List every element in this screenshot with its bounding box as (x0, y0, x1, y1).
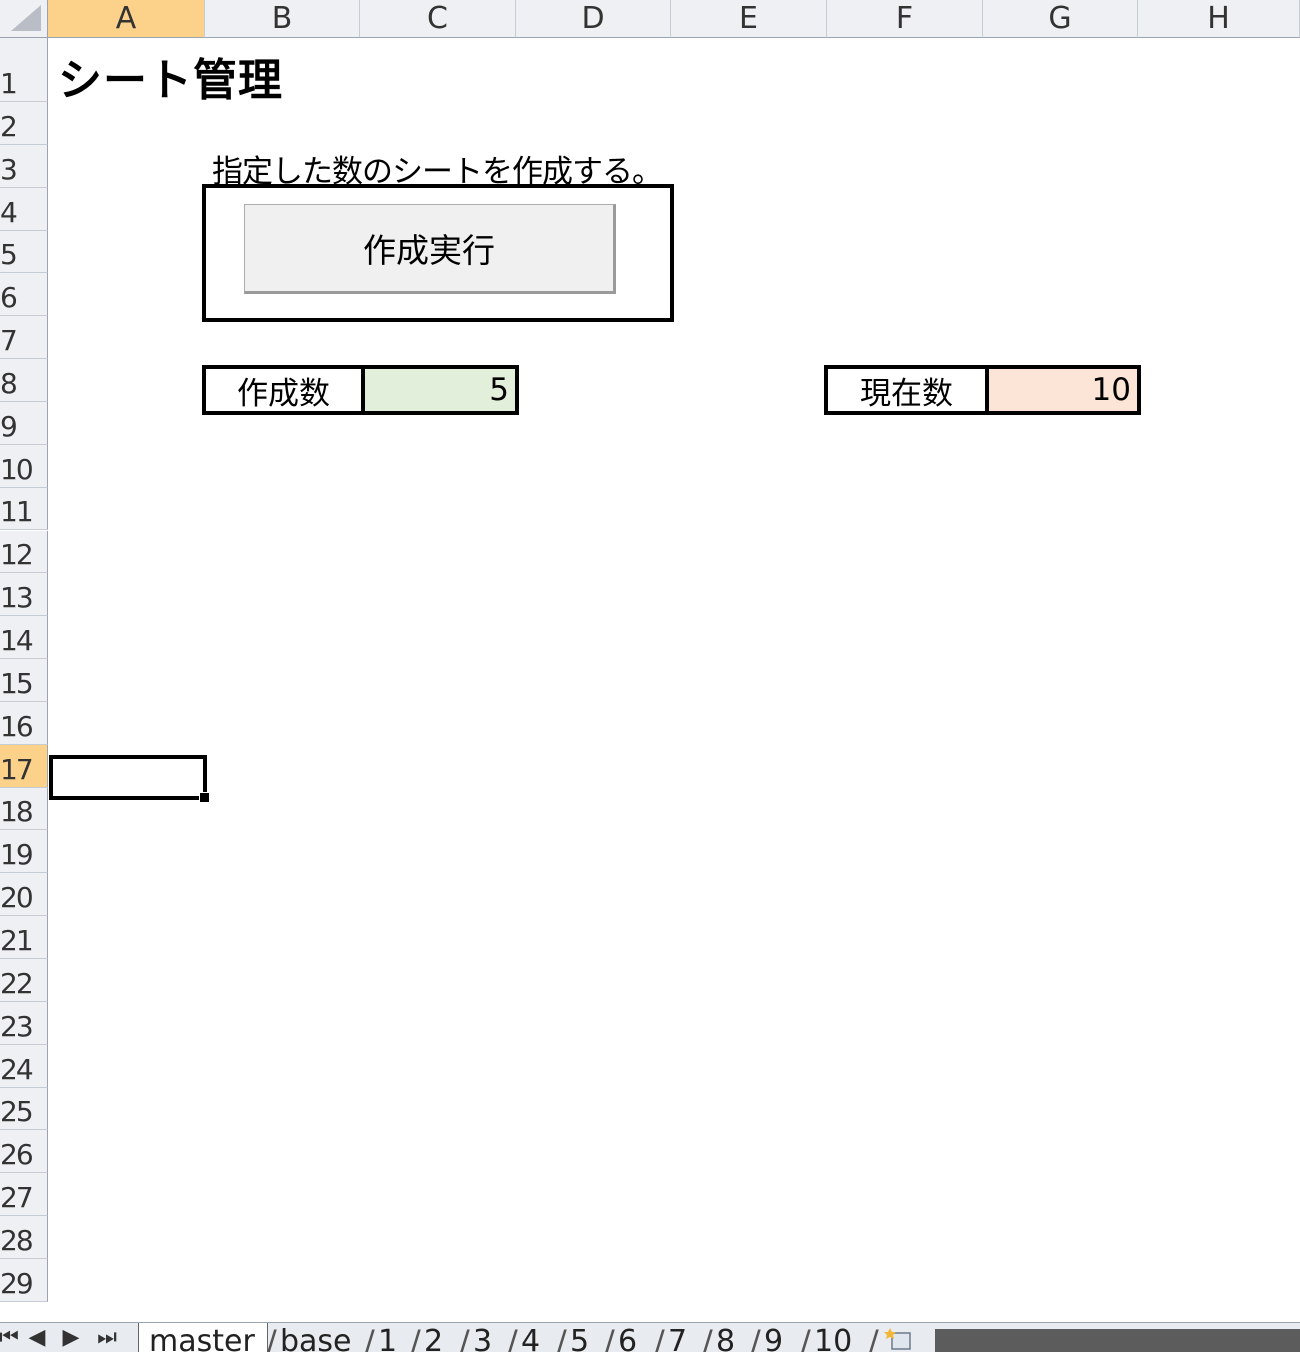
sheet-tab-6[interactable]: 6 (618, 1323, 637, 1352)
first-sheet-button[interactable]: ⏮ (0, 1325, 24, 1350)
column-header-h[interactable]: H (1138, 0, 1300, 38)
row-header-9[interactable]: 9 (0, 401, 48, 445)
prev-sheet-button[interactable]: ◀ (22, 1325, 52, 1350)
row-header-5[interactable]: 5 (0, 230, 48, 274)
sheet-tab-8[interactable]: 8 (716, 1323, 735, 1352)
tab-divider: / (410, 1323, 421, 1352)
sheet-tab-bar: ⏮ ◀ ▶ ⏭ master base/1/2/3/4/5/6/7/8/9/10// (0, 1322, 1300, 1352)
row-header-22[interactable]: 22 (0, 959, 48, 1002)
row-header-8[interactable]: 8 (0, 359, 48, 402)
row-header-27[interactable]: 27 (0, 1173, 48, 1217)
sheet-tab-7[interactable]: 7 (668, 1323, 687, 1352)
row-header-20[interactable]: 20 (0, 873, 48, 917)
tab-divider: / (702, 1323, 713, 1352)
row-header-7[interactable]: 7 (0, 316, 48, 360)
row-header-3[interactable]: 3 (0, 144, 48, 188)
column-header-b[interactable]: B (205, 0, 360, 38)
column-header-g[interactable]: G (983, 0, 1138, 38)
sheet-tab-3[interactable]: 3 (473, 1323, 492, 1352)
sheet-tab-10[interactable]: 10 (814, 1323, 852, 1352)
sheet-tab-5[interactable]: 5 (570, 1323, 589, 1352)
row-header-25[interactable]: 25 (0, 1087, 48, 1131)
create-count-value[interactable]: 5 (365, 369, 515, 411)
row-header-15[interactable]: 15 (0, 659, 48, 702)
tab-divider: / (654, 1323, 665, 1352)
row-header-10[interactable]: 10 (0, 444, 48, 488)
row-header-19[interactable]: 19 (0, 830, 48, 874)
tab-divider: / (800, 1323, 811, 1352)
row-header-26[interactable]: 26 (0, 1130, 48, 1174)
sheet-tab-master[interactable]: master (138, 1323, 268, 1352)
create-count-label: 作成数 (206, 369, 365, 412)
row-header-14[interactable]: 14 (0, 616, 48, 660)
row-header-21[interactable]: 21 (0, 916, 48, 959)
row-header-11[interactable]: 11 (0, 487, 48, 531)
tab-divider: / (459, 1323, 470, 1352)
fill-handle[interactable] (199, 792, 210, 803)
column-header-f[interactable]: F (827, 0, 983, 38)
sheet-tab-2[interactable]: 2 (424, 1323, 443, 1352)
active-cell-a17[interactable] (49, 755, 210, 803)
column-header-d[interactable]: D (516, 0, 671, 38)
row-header-16[interactable]: 16 (0, 701, 48, 745)
tab-divider: / (556, 1323, 567, 1352)
row-header-1[interactable]: 1 (0, 38, 48, 102)
row-header-28[interactable]: 28 (0, 1216, 48, 1259)
row-header-6[interactable]: 6 (0, 273, 48, 317)
tab-divider: / (507, 1323, 518, 1352)
sheet-tab-4[interactable]: 4 (521, 1323, 540, 1352)
row-header-17[interactable]: 17 (0, 744, 48, 788)
column-header-a[interactable]: A (48, 0, 205, 38)
tab-divider: / (750, 1323, 761, 1352)
last-sheet-button[interactable]: ⏭ (92, 1325, 122, 1350)
run-create-button[interactable]: 作成実行 (244, 204, 616, 294)
sheet-tab-9[interactable]: 9 (764, 1323, 783, 1352)
page-title: シート管理 (58, 55, 283, 106)
current-count-label: 現在数 (828, 369, 989, 412)
horizontal-scroll-area[interactable] (935, 1329, 1300, 1352)
sheet-tab-1[interactable]: 1 (378, 1323, 397, 1352)
insert-sheet-icon[interactable] (884, 1327, 914, 1351)
row-header-18[interactable]: 18 (0, 787, 48, 831)
row-header-12[interactable]: 12 (0, 530, 48, 574)
row-header-23[interactable]: 23 (0, 1001, 48, 1045)
tab-divider: / (364, 1323, 375, 1352)
tab-divider: / (604, 1323, 615, 1352)
row-header-4[interactable]: 4 (0, 187, 48, 231)
row-header-2[interactable]: 2 (0, 102, 48, 145)
current-count-box: 現在数 10 (824, 365, 1141, 415)
row-header-24[interactable]: 24 (0, 1044, 48, 1088)
column-header-e[interactable]: E (671, 0, 827, 38)
row-header-13[interactable]: 13 (0, 573, 48, 617)
current-count-value[interactable]: 10 (989, 369, 1137, 411)
sheet-tab-base[interactable]: base (280, 1323, 352, 1352)
column-header-c[interactable]: C (360, 0, 516, 38)
tab-divider: / (868, 1323, 879, 1352)
select-all-corner[interactable] (0, 0, 48, 38)
tab-divider: / (266, 1323, 277, 1352)
create-count-box: 作成数 5 (202, 365, 519, 415)
next-sheet-button[interactable]: ▶ (56, 1325, 86, 1350)
row-header-29[interactable]: 29 (0, 1258, 48, 1302)
